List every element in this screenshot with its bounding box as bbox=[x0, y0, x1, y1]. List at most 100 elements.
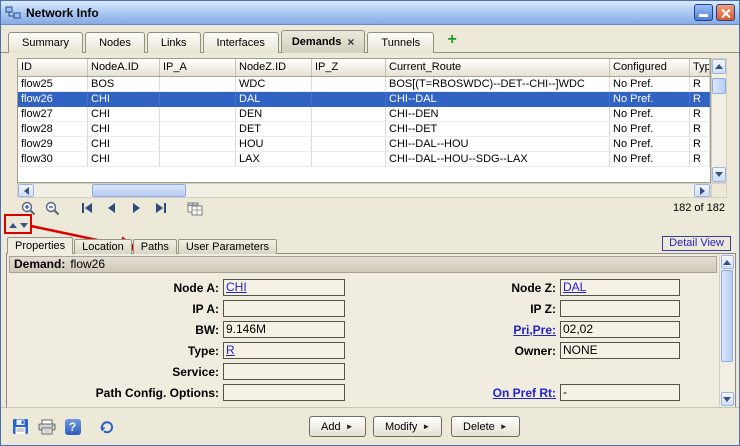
hscroll-thumb[interactable] bbox=[92, 184, 186, 197]
column-header-nodea-id[interactable]: NodeA.ID bbox=[88, 59, 160, 76]
tab-location[interactable]: Location bbox=[74, 239, 132, 254]
pri-pre-field[interactable]: 02,02 bbox=[560, 321, 680, 338]
tab-interfaces[interactable]: Interfaces bbox=[203, 32, 279, 53]
tab-demands[interactable]: Demands × bbox=[281, 30, 366, 53]
modify-button[interactable]: Modify ► bbox=[373, 416, 442, 437]
cell-ip-z bbox=[312, 107, 386, 122]
column-header-configured[interactable]: Configured bbox=[610, 59, 690, 76]
scroll-left-button[interactable] bbox=[18, 184, 34, 197]
first-record-button[interactable] bbox=[78, 199, 97, 217]
left-arrow-icon bbox=[24, 187, 29, 195]
up-arrow-icon bbox=[723, 260, 731, 265]
form-row: BW: 9.146M Pri,Pre: 02,02 bbox=[10, 319, 717, 340]
zoom-out-button[interactable] bbox=[43, 199, 62, 217]
type-value-link[interactable]: R bbox=[226, 343, 235, 357]
node-z-value-link[interactable]: DAL bbox=[563, 280, 586, 294]
owner-field[interactable]: NONE bbox=[560, 342, 680, 359]
tab-user-parameters[interactable]: User Parameters bbox=[178, 239, 277, 254]
table-row[interactable]: flow28 CHI DET CHI--DET No Pref. R bbox=[18, 122, 710, 137]
help-button[interactable]: ? bbox=[63, 417, 82, 436]
pri-pre-label-link[interactable]: Pri,Pre: bbox=[513, 323, 556, 337]
cell-id: flow29 bbox=[18, 137, 88, 152]
path-config-options-field[interactable] bbox=[223, 384, 345, 401]
tab-properties[interactable]: Properties bbox=[7, 237, 73, 254]
type-label: Type: bbox=[10, 344, 223, 358]
tab-links[interactable]: Links bbox=[147, 32, 201, 53]
hscroll-track[interactable] bbox=[34, 184, 694, 197]
vscroll-track[interactable] bbox=[712, 74, 726, 167]
service-field[interactable] bbox=[223, 363, 345, 380]
delete-button-label: Delete bbox=[463, 421, 495, 433]
cell-type: R bbox=[690, 107, 710, 122]
add-button[interactable]: Add ► bbox=[309, 416, 366, 437]
cell-nodea: CHI bbox=[88, 122, 160, 137]
table-hscrollbar[interactable] bbox=[17, 183, 711, 198]
service-label: Service: bbox=[10, 365, 223, 379]
tab-nodes[interactable]: Nodes bbox=[85, 32, 145, 53]
detail-scroll-thumb[interactable] bbox=[721, 270, 733, 362]
ip-z-field[interactable] bbox=[560, 300, 680, 317]
tab-summary[interactable]: Summary bbox=[8, 32, 83, 53]
node-z-label: Node Z: bbox=[345, 281, 560, 295]
vscroll-thumb[interactable] bbox=[712, 78, 726, 94]
help-icon: ? bbox=[65, 419, 81, 435]
close-button[interactable] bbox=[716, 4, 735, 21]
node-z-field[interactable]: DAL bbox=[560, 279, 680, 296]
on-pref-rt-label: On Pref Rt: bbox=[345, 386, 560, 400]
on-pref-rt-label-link[interactable]: On Pref Rt: bbox=[493, 386, 556, 400]
column-header-nodez-id[interactable]: NodeZ.ID bbox=[236, 59, 312, 76]
column-header-id[interactable]: ID bbox=[18, 59, 88, 76]
detail-scroll-track[interactable] bbox=[720, 269, 734, 392]
bw-field[interactable]: 9.146M bbox=[223, 321, 345, 338]
node-a-field[interactable]: CHI bbox=[223, 279, 345, 296]
dropdown-arrow-icon: ► bbox=[500, 422, 508, 431]
cell-ip-a bbox=[160, 152, 236, 167]
on-pref-rt-field[interactable]: - bbox=[560, 384, 680, 401]
cell-type: R bbox=[690, 122, 710, 137]
scrollbar-corner bbox=[711, 183, 727, 198]
table-row[interactable]: flow27 CHI DEN CHI--DEN No Pref. R bbox=[18, 107, 710, 122]
add-tab-button[interactable]: + bbox=[442, 31, 462, 51]
scroll-down-button[interactable] bbox=[712, 167, 726, 182]
next-record-button[interactable] bbox=[126, 199, 145, 217]
cell-ip-z bbox=[312, 92, 386, 107]
close-tab-icon[interactable]: × bbox=[347, 36, 354, 48]
previous-record-button[interactable] bbox=[102, 199, 121, 217]
table-row-selected[interactable]: flow26 CHI DAL CHI--DAL No Pref. R bbox=[18, 92, 710, 107]
node-a-value-link[interactable]: CHI bbox=[226, 280, 247, 294]
copy-table-button[interactable] bbox=[185, 199, 204, 217]
ip-a-field[interactable] bbox=[223, 300, 345, 317]
scroll-up-button[interactable] bbox=[712, 59, 726, 74]
cell-nodea: CHI bbox=[88, 92, 160, 107]
scroll-right-button[interactable] bbox=[694, 184, 710, 197]
table-row[interactable]: flow30 CHI LAX CHI--DAL--HOU--SDG--LAX N… bbox=[18, 152, 710, 167]
ip-a-label: IP A: bbox=[10, 302, 223, 316]
cell-ip-a bbox=[160, 137, 236, 152]
cell-type: R bbox=[690, 137, 710, 152]
scroll-up-button[interactable] bbox=[721, 255, 734, 269]
minimize-button[interactable] bbox=[694, 4, 713, 21]
table-vscrollbar[interactable] bbox=[711, 58, 727, 183]
pri-pre-value: 02,02 bbox=[563, 322, 593, 336]
refresh-button[interactable] bbox=[97, 417, 116, 436]
column-header-ip-a[interactable]: IP_A bbox=[160, 59, 236, 76]
save-button[interactable] bbox=[11, 417, 30, 436]
table-row[interactable]: flow25 BOS WDC BOS[(T=RBOSWDC)--DET--CHI… bbox=[18, 77, 710, 92]
column-header-ip-z[interactable]: IP_Z bbox=[312, 59, 386, 76]
print-button[interactable] bbox=[37, 417, 56, 436]
scroll-down-button[interactable] bbox=[721, 392, 734, 406]
delete-button[interactable]: Delete ► bbox=[451, 416, 520, 437]
last-record-button[interactable] bbox=[150, 199, 169, 217]
tab-tunnels[interactable]: Tunnels bbox=[367, 32, 434, 53]
splitpane-toggle[interactable] bbox=[9, 220, 28, 231]
type-field[interactable]: R bbox=[223, 342, 345, 359]
up-arrow-icon bbox=[715, 64, 723, 69]
column-header-current-route[interactable]: Current_Route bbox=[386, 59, 610, 76]
detail-view-button[interactable]: Detail View bbox=[662, 236, 731, 251]
refresh-icon bbox=[99, 419, 115, 435]
detail-vscrollbar[interactable] bbox=[719, 255, 734, 406]
table-row[interactable]: flow29 CHI HOU CHI--DAL--HOU No Pref. R bbox=[18, 137, 710, 152]
tab-paths[interactable]: Paths bbox=[133, 239, 177, 254]
column-header-type[interactable]: Typ bbox=[690, 59, 710, 76]
zoom-in-button[interactable] bbox=[19, 199, 38, 217]
